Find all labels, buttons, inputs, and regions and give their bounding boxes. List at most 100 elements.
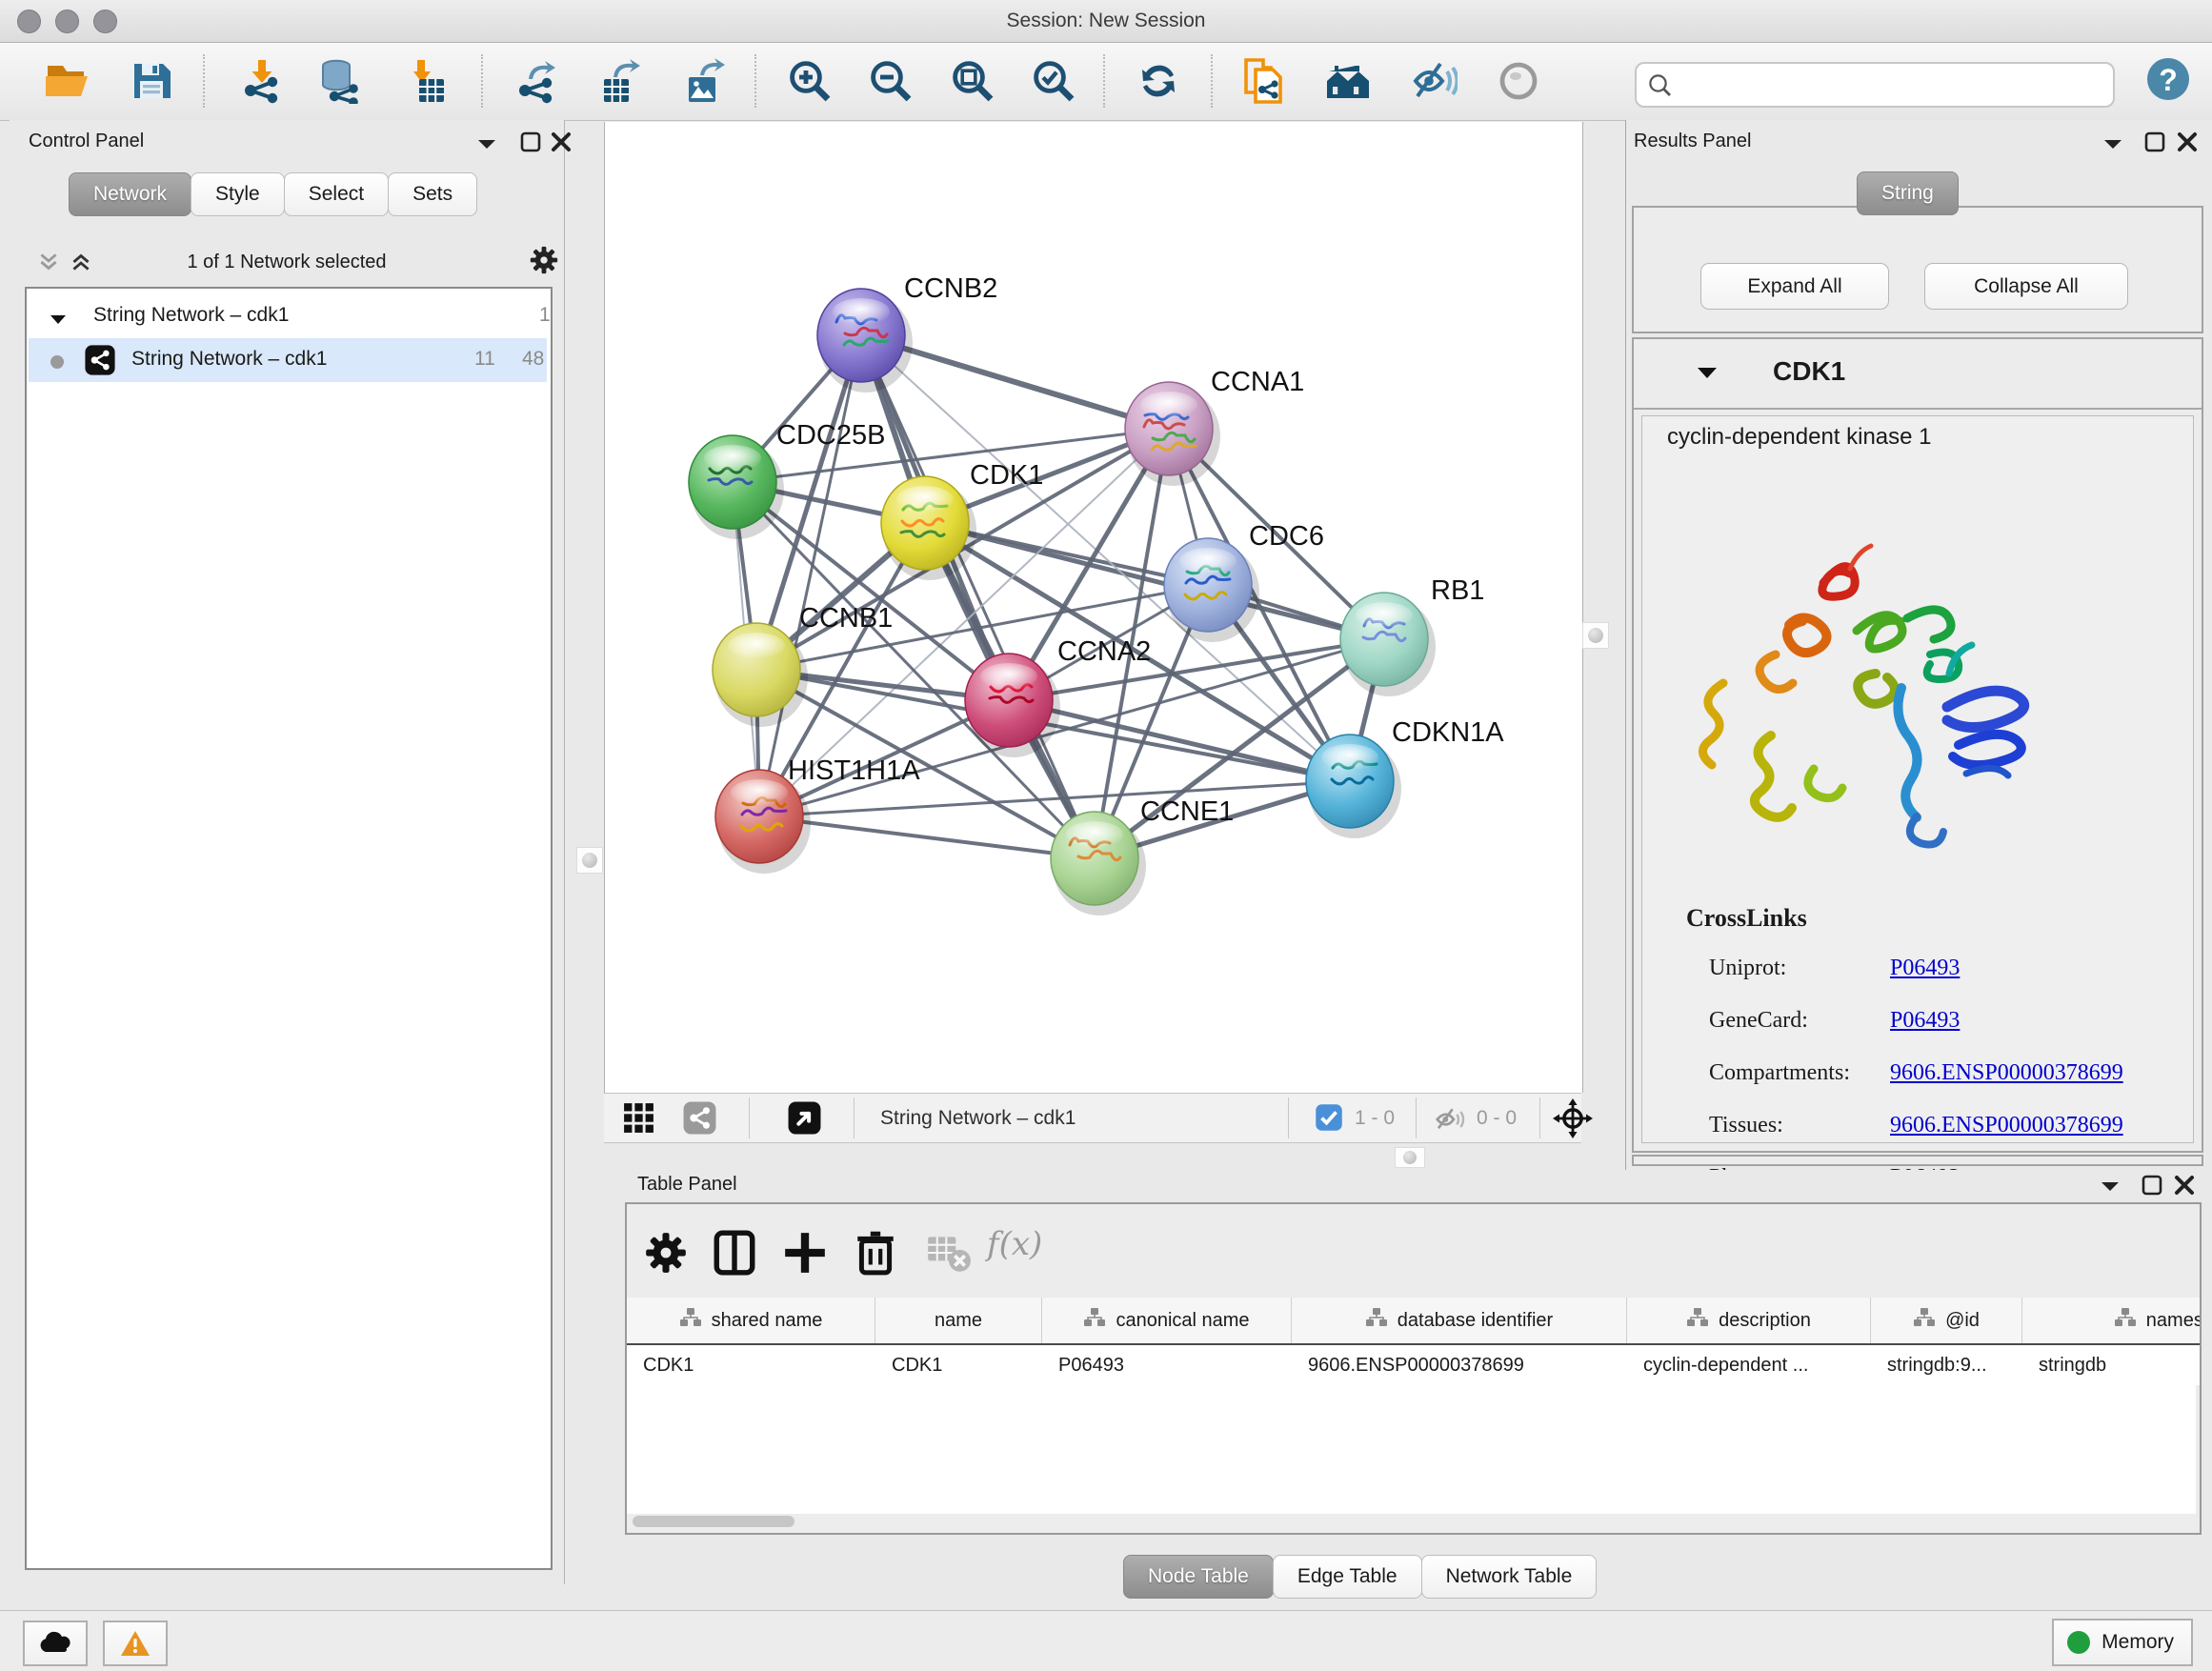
table-cell[interactable]: CDK1	[627, 1345, 875, 1385]
create-column-icon[interactable]	[781, 1229, 829, 1277]
bottom-splitter-handle[interactable]	[1395, 1147, 1425, 1168]
column-header-namespace[interactable]: namespace	[2022, 1298, 2202, 1343]
string-view-icon[interactable]	[682, 1100, 717, 1136]
import-network-from-database-icon[interactable]	[317, 58, 363, 104]
table-cell[interactable]: stringdb:9...	[1871, 1345, 2022, 1385]
network-row-selected[interactable]: String Network – cdk1 11 48	[29, 338, 547, 382]
node-CCNB1[interactable]: CCNB1	[713, 603, 893, 727]
table-cell[interactable]: 9606.ENSP00000378699	[1292, 1345, 1627, 1385]
show-columns-icon[interactable]	[711, 1229, 758, 1277]
horizontal-scrollbar[interactable]	[627, 1514, 2196, 1529]
float-panel-icon[interactable]	[520, 131, 541, 157]
birds-eye-view-icon[interactable]	[621, 1100, 656, 1136]
pan-crosshair-icon[interactable]	[1553, 1098, 1593, 1138]
tab-sets[interactable]: Sets	[388, 172, 477, 216]
tab-select[interactable]: Select	[284, 172, 389, 216]
panel-menu-icon[interactable]	[476, 137, 497, 155]
tab-network[interactable]: Network	[69, 172, 191, 216]
column-header-shared-name[interactable]: shared name	[627, 1298, 875, 1343]
toolbar-separator	[203, 54, 205, 108]
import-network-icon[interactable]	[239, 58, 285, 104]
refresh-icon[interactable]	[1136, 58, 1181, 104]
crosslink-genecard-[interactable]: P06493	[1890, 1008, 1960, 1033]
panel-menu-icon[interactable]	[2102, 137, 2123, 155]
node-CCNB2[interactable]: CCNB2	[817, 273, 997, 393]
left-splitter-handle[interactable]	[576, 847, 603, 874]
help-icon[interactable]: ?	[2145, 56, 2191, 102]
zoom-out-icon[interactable]	[868, 58, 914, 104]
show-graphics-details-icon[interactable]	[1496, 58, 1541, 104]
node-CDKN1A[interactable]: CDKN1A	[1306, 717, 1504, 838]
save-session-icon[interactable]	[129, 58, 174, 104]
float-panel-icon[interactable]	[2142, 1175, 2162, 1200]
export-table-icon[interactable]	[598, 58, 644, 104]
open-in-browser-icon[interactable]	[787, 1100, 822, 1136]
table-row[interactable]: CDK1CDK1P064939606.ENSP00000378699cyclin…	[627, 1345, 2202, 1385]
home-networks-icon[interactable]	[1325, 58, 1371, 104]
crosslink-tissues-[interactable]: 9606.ENSP00000378699	[1890, 1113, 2123, 1137]
shared-column-icon	[1686, 1307, 1709, 1334]
network-file-icon[interactable]	[1240, 58, 1286, 104]
column-header-database-identifier[interactable]: database identifier	[1292, 1298, 1627, 1343]
column-header-canonical-name[interactable]: canonical name	[1042, 1298, 1292, 1343]
network-canvas[interactable]: CCNB2CCNA1CDC25BCDK1CDC6RB1CCNB1CCNA2CDK…	[604, 122, 1583, 1093]
node-CDK1[interactable]: CDK1	[881, 460, 1043, 580]
cloud-status-button[interactable]	[23, 1621, 88, 1666]
warning-icon	[120, 1630, 151, 1657]
network-label: String Network – cdk1	[131, 348, 327, 371]
open-file-icon[interactable]	[44, 58, 90, 104]
close-panel-icon[interactable]	[551, 131, 572, 157]
collection-expand-icon[interactable]	[50, 309, 67, 332]
network-graph[interactable]: CCNB2CCNA1CDC25BCDK1CDC6RB1CCNB1CCNA2CDK…	[605, 122, 1582, 1093]
hidden-eye-icon[interactable]	[1435, 1104, 1465, 1131]
hide-unhide-icon[interactable]	[1412, 58, 1458, 104]
tab-style[interactable]: Style	[191, 172, 285, 216]
warning-status-button[interactable]	[103, 1621, 168, 1666]
export-network-icon[interactable]	[513, 58, 559, 104]
zoom-fit-icon[interactable]	[950, 58, 995, 104]
table-cell[interactable]: P06493	[1042, 1345, 1292, 1385]
zoom-in-icon[interactable]	[787, 58, 833, 104]
delete-column-icon[interactable]	[852, 1229, 899, 1277]
network-collection-row[interactable]: String Network – cdk1 1	[29, 294, 547, 338]
node-CDC6[interactable]: CDC6	[1164, 521, 1324, 642]
memory-status-icon	[2067, 1631, 2090, 1654]
node-CCNE1[interactable]: CCNE1	[1051, 796, 1234, 916]
panel-menu-icon[interactable]	[2100, 1179, 2121, 1198]
close-panel-icon[interactable]	[2177, 131, 2198, 157]
delete-table-icon	[924, 1229, 972, 1277]
column-header--id[interactable]: @id	[1871, 1298, 2022, 1343]
float-panel-icon[interactable]	[2144, 131, 2165, 157]
node-RB1[interactable]: RB1	[1340, 575, 1484, 696]
tab-string[interactable]: String	[1857, 171, 1959, 215]
zoom-selected-icon[interactable]	[1031, 58, 1076, 104]
tab-network-table[interactable]: Network Table	[1421, 1555, 1598, 1599]
import-table-icon[interactable]	[402, 58, 448, 104]
column-header-name[interactable]: name	[875, 1298, 1042, 1343]
tab-node-table[interactable]: Node Table	[1123, 1555, 1274, 1599]
table-cell[interactable]: CDK1	[875, 1345, 1042, 1385]
column-header-description[interactable]: description	[1627, 1298, 1871, 1343]
tab-edge-table[interactable]: Edge Table	[1273, 1555, 1422, 1599]
crosslink-compartments-[interactable]: 9606.ENSP00000378699	[1890, 1060, 2123, 1085]
table-cell[interactable]: cyclin-dependent ...	[1627, 1345, 1871, 1385]
node-CDC25B[interactable]: CDC25B	[689, 420, 885, 539]
node-HIST1H1A[interactable]: HIST1H1A	[715, 755, 920, 874]
table-cell[interactable]: stringdb	[2022, 1345, 2202, 1385]
node-CCNA1[interactable]: CCNA1	[1125, 367, 1304, 486]
search-input[interactable]	[1680, 67, 2103, 101]
export-image-icon[interactable]	[683, 58, 729, 104]
gene-expand-icon[interactable]	[1697, 366, 1718, 385]
close-panel-icon[interactable]	[2174, 1175, 2195, 1200]
table-options-gear-icon[interactable]	[642, 1229, 690, 1277]
right-splitter-handle[interactable]	[1582, 622, 1609, 649]
network-options-gear-icon[interactable]	[528, 244, 560, 281]
collapse-all-button[interactable]: Collapse All	[1924, 263, 2128, 310]
edge-CCNB2-HIST1H1A[interactable]	[759, 335, 861, 816]
scrollbar-thumb[interactable]	[633, 1516, 794, 1527]
table-panel-title: Table Panel	[637, 1174, 737, 1196]
expand-all-button[interactable]: Expand All	[1700, 263, 1889, 310]
selected-checkbox-icon[interactable]	[1315, 1103, 1343, 1132]
crosslink-uniprot-[interactable]: P06493	[1890, 956, 1960, 980]
memory-button[interactable]: Memory	[2052, 1619, 2193, 1666]
